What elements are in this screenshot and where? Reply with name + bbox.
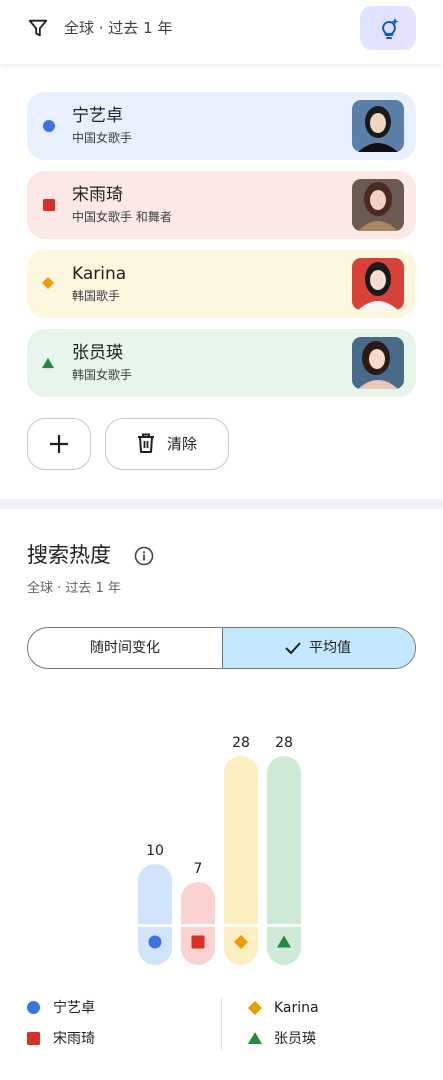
triangle-marker-icon <box>248 1032 262 1044</box>
tab-average-label: 平均值 <box>309 640 351 656</box>
square-marker-icon <box>27 1032 40 1045</box>
clear-button[interactable]: 清除 <box>105 418 229 470</box>
person-description: 韩国女歌手 <box>72 368 133 382</box>
person-photo <box>352 258 404 310</box>
filter-icon[interactable] <box>27 17 49 39</box>
person-card-song-yuqi[interactable]: 宋雨琦 中国女歌手 和舞者 <box>27 171 416 239</box>
lightbulb-sparkle-icon <box>382 18 399 39</box>
bar <box>267 756 301 924</box>
bar-group: 28 <box>224 735 258 965</box>
circle-marker-icon <box>148 935 162 949</box>
person-name: 宁艺卓 <box>72 106 123 126</box>
legend-label: 宁艺卓 <box>53 1000 95 1016</box>
person-photo <box>352 179 404 231</box>
average-interest-chart: 10 7 28 28 <box>138 735 301 965</box>
person-description: 中国女歌手 和舞者 <box>72 210 172 224</box>
bar <box>138 864 172 924</box>
square-marker-icon <box>191 935 205 949</box>
section-divider <box>0 499 443 509</box>
tab-over-time[interactable]: 随时间变化 <box>28 628 223 668</box>
square-marker-icon <box>43 199 55 211</box>
view-toggle: 随时间变化 平均值 <box>27 627 416 669</box>
person-name: 宋雨琦 <box>72 185 123 205</box>
person-description: 中国女歌手 <box>72 131 133 145</box>
tab-average[interactable]: 平均值 <box>223 628 415 668</box>
diamond-marker-icon <box>42 277 54 289</box>
insights-button[interactable] <box>360 6 416 50</box>
bar-value-label: 7 <box>194 861 203 877</box>
bar <box>224 756 258 924</box>
bar-value-label: 10 <box>146 843 164 859</box>
person-name: Karina <box>72 264 127 284</box>
section-title: 搜索热度 <box>27 543 111 567</box>
filter-summary[interactable]: 全球 · 过去 1 年 <box>64 17 172 39</box>
triangle-marker-icon <box>42 357 54 369</box>
person-card-karina[interactable]: Karina 韩国歌手 <box>27 250 416 318</box>
diamond-marker-icon <box>248 1001 262 1015</box>
circle-marker-icon <box>27 1001 40 1014</box>
legend-separator <box>221 998 222 1050</box>
check-icon <box>285 642 301 654</box>
info-icon[interactable] <box>134 546 154 566</box>
bar-group: 10 <box>138 843 172 965</box>
person-name: 张员瑛 <box>72 343 123 363</box>
circle-marker-icon <box>43 120 55 132</box>
top-bar: 全球 · 过去 1 年 <box>0 0 443 64</box>
legend-label: 宋雨琦 <box>53 1031 95 1047</box>
bar-value-label: 28 <box>275 735 293 751</box>
bar <box>181 882 215 924</box>
legend-label: Karina <box>274 1000 319 1016</box>
legend-label: 张员瑛 <box>274 1031 316 1047</box>
clear-label: 清除 <box>167 435 198 453</box>
bar-group: 7 <box>181 861 215 965</box>
section-subtitle: 全球 · 过去 1 年 <box>27 581 121 596</box>
add-comparison-button[interactable] <box>27 418 91 470</box>
person-description: 韩国歌手 <box>72 289 121 303</box>
trash-icon <box>138 433 154 453</box>
tab-over-time-label: 随时间变化 <box>90 640 160 656</box>
bar-value-label: 28 <box>232 735 250 751</box>
bar-group: 28 <box>267 735 301 965</box>
person-photo <box>352 100 404 152</box>
person-photo <box>352 337 404 389</box>
person-card-jang-wonyoung[interactable]: 张员瑛 韩国女歌手 <box>27 329 416 397</box>
person-card-ning-yizhuo[interactable]: 宁艺卓 中国女歌手 <box>27 92 416 160</box>
plus-icon <box>50 435 68 453</box>
